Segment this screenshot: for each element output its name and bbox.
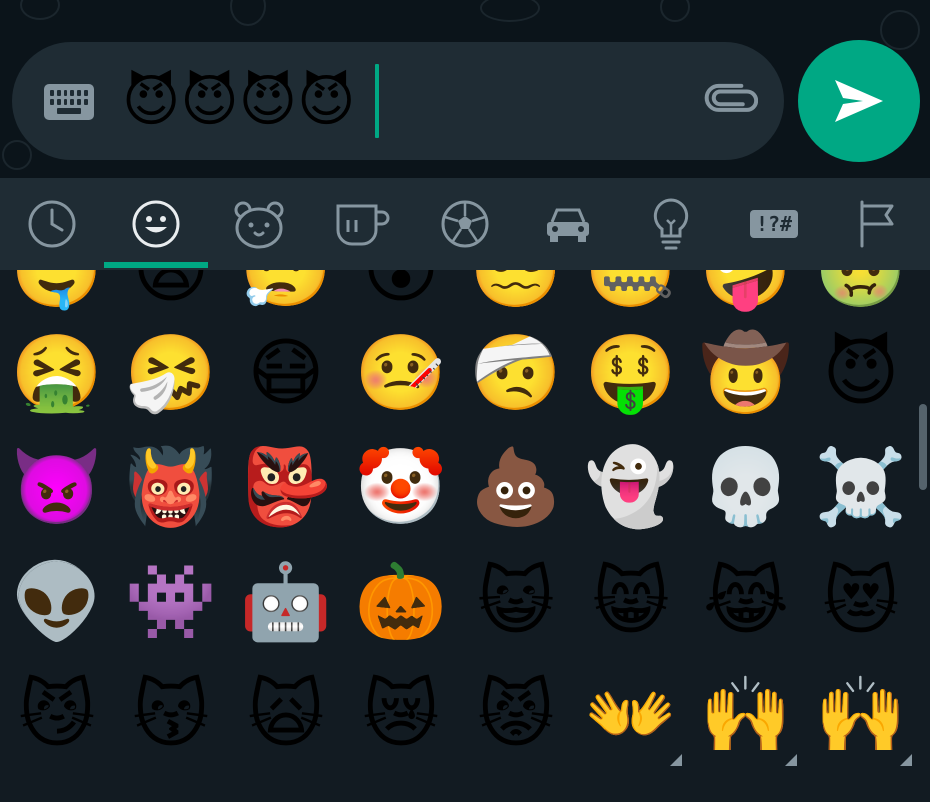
emoji-key[interactable]: 🤠 (689, 316, 803, 430)
emoji-key[interactable]: 🤮 (0, 316, 114, 430)
emoji-key[interactable]: 🤡 (344, 430, 458, 544)
emoji-category-bar: !?# (0, 178, 930, 270)
emoji-key[interactable]: 🎃 (344, 545, 458, 659)
emoji-key[interactable]: 🤖 (229, 545, 343, 659)
emoji-grid: 🤤 😪 😮‍💨 😵 😵‍💫 🤐 🤪 🤢 🤮 🤧 😷 🤒 🤕 🤑 🤠 😈 👿 👹 👺 🤡 💩 👻 💀 ☠️ 👽 👾 🤖 🎃 😺 😸 😹 😻 😼 😽 🙀… (0, 270, 930, 802)
wallpaper-doodle (480, 0, 540, 22)
flag-icon (860, 200, 894, 248)
emoji-key[interactable]: 👿 (0, 430, 114, 544)
tab-flags[interactable] (826, 178, 930, 270)
emoji-key[interactable]: 😽 (114, 658, 228, 772)
emoji-key[interactable]: 👻 (574, 430, 688, 544)
emoji-key[interactable]: 😹 (689, 545, 803, 659)
skin-tone-variant-indicator (785, 754, 797, 766)
emoji-key[interactable]: 👹 (114, 430, 228, 544)
cup-icon (336, 204, 390, 246)
emoji-key[interactable]: 👐 (574, 658, 688, 772)
skin-tone-variant-indicator (670, 754, 682, 766)
emoji-key[interactable]: 💩 (459, 430, 573, 544)
wallpaper-doodle (660, 0, 690, 22)
emoji-key[interactable]: 😿 (344, 658, 458, 772)
tab-food[interactable] (310, 178, 414, 270)
emoji-key[interactable]: 😸 (574, 545, 688, 659)
tab-recent[interactable] (0, 178, 104, 270)
emoji-key[interactable]: 🤧 (114, 316, 228, 430)
tab-travel[interactable] (516, 178, 620, 270)
emoji-key[interactable]: 🤒 (344, 316, 458, 430)
emoji-key[interactable]: 👺 (229, 430, 343, 544)
emoji-key[interactable]: 🤑 (574, 316, 688, 430)
active-tab-indicator (104, 262, 208, 268)
smiley-icon (132, 200, 180, 248)
tab-activities[interactable] (413, 178, 517, 270)
emoji-key[interactable]: 😷 (229, 316, 343, 430)
scrollbar[interactable] (919, 404, 927, 490)
send-button[interactable] (798, 40, 920, 162)
emoji-key[interactable]: 🤕 (459, 316, 573, 430)
emoji-key[interactable]: 😼 (0, 658, 114, 772)
skin-tone-variant-indicator (900, 754, 912, 766)
send-icon (835, 80, 883, 122)
emoji-key[interactable]: 😺 (459, 545, 573, 659)
car-icon (547, 208, 589, 242)
bear-icon (234, 201, 284, 249)
wallpaper-doodle (880, 10, 920, 50)
keyboard-icon[interactable] (44, 84, 94, 120)
bulb-icon (653, 198, 689, 250)
emoji-key[interactable]: 😻 (804, 545, 918, 659)
emoji-key[interactable]: 😈 (804, 316, 918, 430)
emoji-key[interactable]: ☠️ (804, 430, 918, 544)
tab-animals[interactable] (207, 178, 311, 270)
emoji-key[interactable]: 🙌 (804, 658, 918, 772)
symbols-icon: !?# (749, 210, 799, 238)
emoji-key[interactable]: 💀 (689, 430, 803, 544)
paperclip-icon[interactable] (702, 72, 759, 128)
tab-symbols[interactable]: !?# (722, 178, 826, 270)
tab-objects[interactable] (619, 178, 723, 270)
clock-icon (28, 200, 76, 248)
emoji-key[interactable]: 👾 (114, 545, 228, 659)
emoji-key[interactable]: 👽 (0, 545, 114, 659)
emoji-key[interactable]: 🙌 (689, 658, 803, 772)
wallpaper-doodle (20, 0, 60, 20)
tab-smileys[interactable] (104, 178, 208, 270)
ball-icon (441, 200, 489, 248)
emoji-key[interactable]: 🙀 (229, 658, 343, 772)
wallpaper-doodle (230, 0, 266, 26)
emoji-key[interactable]: 😾 (459, 658, 573, 772)
wallpaper-doodle (2, 140, 32, 170)
text-caret (375, 64, 379, 138)
message-input[interactable]: 😈😈😈😈 (122, 66, 356, 138)
